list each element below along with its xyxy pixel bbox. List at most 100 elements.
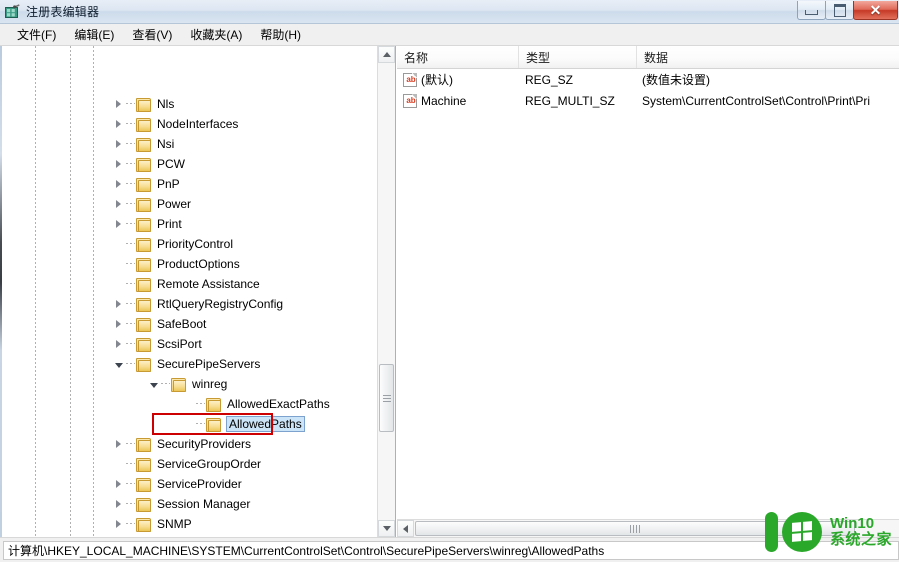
window-title: 注册表编辑器 — [26, 5, 100, 19]
scrollbar-thumb-vertical[interactable] — [379, 364, 394, 432]
tree-item-securityproviders[interactable]: SecurityProviders — [110, 434, 254, 454]
status-path: 计算机\HKEY_LOCAL_MACHINE\SYSTEM\CurrentCon… — [3, 540, 899, 560]
chevron-down-icon — [382, 526, 391, 531]
values-column-header: 名称 类型 数据 — [397, 46, 899, 69]
expand-arrow-icon[interactable] — [110, 474, 126, 494]
expand-arrow-icon[interactable] — [110, 514, 126, 534]
menu-view[interactable]: 查看(V) — [123, 24, 181, 45]
tree-item-allowedexactpaths[interactable]: AllowedExactPaths — [180, 394, 333, 414]
column-name[interactable]: 名称 — [397, 46, 519, 68]
menu-edit[interactable]: 编辑(E) — [65, 24, 123, 45]
chevron-right-icon — [115, 220, 121, 228]
expand-arrow-icon[interactable] — [110, 334, 126, 354]
tree-item-nodeinterfaces[interactable]: NodeInterfaces — [110, 114, 241, 134]
values-list[interactable]: (默认) REG_SZ (数值未设置) Machine REG_MULTI_SZ Syst… — [397, 69, 899, 111]
tree-item-productoptions[interactable]: ProductOptions — [110, 254, 243, 274]
tree-item-remote-assistance[interactable]: Remote Assistance — [110, 274, 263, 294]
menu-help[interactable]: 帮助(H) — [251, 24, 310, 45]
tree-item-serviceprovider[interactable]: ServiceProvider — [110, 474, 245, 494]
folder-icon — [205, 417, 221, 432]
expand-arrow-icon[interactable] — [110, 214, 126, 234]
expand-arrow-icon[interactable] — [110, 154, 126, 174]
expand-arrow-icon[interactable] — [110, 494, 126, 514]
tree-connector-line — [126, 314, 135, 334]
value-name-cell: Machine — [403, 90, 466, 111]
registry-tree-pane: Nls NodeInterfaces Nsi PCW PnP Power Print Prio… — [0, 46, 396, 537]
tree-guide-line — [93, 46, 94, 537]
registry-values-pane: 名称 类型 数据 (默认) REG_SZ (数值未设置) Machine REG_MUL… — [397, 46, 899, 537]
tree-item-label: Remote Assistance — [157, 277, 260, 291]
regedit-icon — [3, 3, 21, 21]
folder-icon — [135, 237, 151, 252]
collapse-arrow-icon[interactable] — [110, 354, 126, 374]
menu-file[interactable]: 文件(F) — [8, 24, 65, 45]
values-horizontal-scrollbar[interactable] — [397, 519, 899, 537]
tree-item-snmp[interactable]: SNMP — [110, 514, 195, 534]
tree-connector-line — [126, 94, 135, 114]
tree-connector-line — [126, 294, 135, 314]
tree-item-winreg[interactable]: winreg — [145, 374, 230, 394]
expand-arrow-icon[interactable] — [110, 194, 126, 214]
chevron-right-icon — [115, 440, 121, 448]
maximize-button[interactable] — [825, 1, 854, 20]
expand-arrow-icon[interactable] — [110, 314, 126, 334]
folder-icon — [135, 457, 151, 472]
close-button[interactable]: ✕ — [853, 1, 898, 20]
tree-item-nsi[interactable]: Nsi — [110, 134, 177, 154]
tree-item-pcw[interactable]: PCW — [110, 154, 188, 174]
folder-icon — [135, 157, 151, 172]
expand-arrow-icon[interactable] — [110, 94, 126, 114]
expand-arrow-icon[interactable] — [110, 134, 126, 154]
string-value-icon — [403, 93, 418, 108]
string-value-icon — [403, 72, 418, 87]
folder-icon — [135, 297, 151, 312]
chevron-right-icon — [115, 120, 121, 128]
tree-item-power[interactable]: Power — [110, 194, 194, 214]
tree-item-print[interactable]: Print — [110, 214, 185, 234]
tree-item-allowedpaths[interactable]: AllowedPaths — [180, 414, 305, 434]
column-type[interactable]: 类型 — [519, 46, 637, 68]
tree-item-safeboot[interactable]: SafeBoot — [110, 314, 209, 334]
scroll-left-button[interactable] — [397, 520, 414, 537]
tree-item-rtlqueryregistryconfig[interactable]: RtlQueryRegistryConfig — [110, 294, 286, 314]
collapse-arrow-icon[interactable] — [145, 374, 161, 394]
chevron-left-icon — [403, 524, 408, 533]
tree-item-servicegrouporder[interactable]: ServiceGroupOrder — [110, 454, 264, 474]
scrollbar-grip-icon — [382, 393, 391, 404]
table-row[interactable]: (默认) REG_SZ (数值未设置) — [397, 69, 899, 90]
scroll-down-button[interactable] — [378, 520, 395, 537]
chevron-right-icon — [115, 140, 121, 148]
tree-item-pnp[interactable]: PnP — [110, 174, 183, 194]
tree-item-nls[interactable]: Nls — [110, 94, 177, 114]
chevron-down-icon — [149, 383, 158, 388]
column-data[interactable]: 数据 — [637, 46, 899, 68]
menu-favorites[interactable]: 收藏夹(A) — [181, 24, 251, 45]
tree-item-label: PriorityControl — [157, 237, 234, 251]
folder-icon — [135, 477, 151, 492]
table-row[interactable]: Machine REG_MULTI_SZ System\CurrentControl… — [397, 90, 899, 111]
tree-connector-line — [126, 274, 135, 294]
expand-arrow-icon[interactable] — [110, 294, 126, 314]
expand-arrow-icon[interactable] — [110, 114, 126, 134]
tree-connector-line — [126, 454, 135, 474]
expand-arrow-icon[interactable] — [110, 434, 126, 454]
folder-icon — [135, 317, 151, 332]
tree-connector-line — [126, 354, 135, 374]
tree-item-session-manager[interactable]: Session Manager — [110, 494, 253, 514]
scroll-up-button[interactable] — [378, 46, 395, 63]
chevron-right-icon — [115, 160, 121, 168]
registry-tree[interactable]: Nls NodeInterfaces Nsi PCW PnP Power Print Prio… — [0, 46, 377, 537]
tree-item-prioritycontrol[interactable]: PriorityControl — [110, 234, 236, 254]
expand-arrow-icon[interactable] — [110, 174, 126, 194]
tree-item-securepipeservers[interactable]: SecurePipeServers — [110, 354, 263, 374]
minimize-button[interactable] — [797, 1, 826, 20]
chevron-right-icon — [115, 340, 121, 348]
tree-item-scsiport[interactable]: ScsiPort — [110, 334, 205, 354]
tree-vertical-scrollbar[interactable] — [377, 46, 395, 537]
tree-item-label: Session Manager — [157, 497, 251, 511]
tree-connector-line — [161, 374, 170, 394]
scrollbar-thumb-horizontal[interactable] — [415, 521, 855, 536]
tree-item-label: SNMP — [157, 517, 192, 531]
value-name: Machine — [421, 93, 467, 108]
tree-node-spacer — [110, 254, 126, 274]
